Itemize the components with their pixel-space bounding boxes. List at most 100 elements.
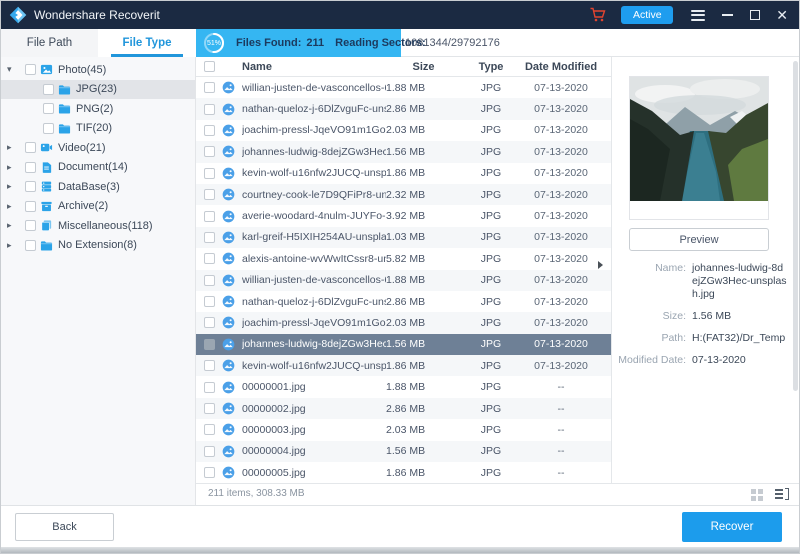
tree-checkbox[interactable] xyxy=(25,240,36,251)
cell-type: JPG xyxy=(461,124,521,136)
table-row[interactable]: joachim-pressl-JqeVO91m1Go-unspl... 2.03… xyxy=(196,312,611,333)
cell-date-modified: 07-13-2020 xyxy=(521,146,601,158)
sidebar-tree-item[interactable]: ▸ Archive(2) xyxy=(1,197,195,217)
row-checkbox[interactable] xyxy=(204,360,215,371)
tab-file-path[interactable]: File Path xyxy=(1,29,98,57)
cell-date-modified: -- xyxy=(521,467,601,479)
scan-progress-strip: 51% Files Found:211 Reading Sectors: xyxy=(196,29,401,57)
recover-button[interactable]: Recover xyxy=(682,512,782,542)
action-bar: Back Recover xyxy=(1,505,799,549)
table-row[interactable]: kevin-wolf-u16nfw2JUCQ-unsplash.jpg 1.86… xyxy=(196,355,611,376)
table-row[interactable]: 00000003.jpg 2.03 MB JPG -- xyxy=(196,419,611,440)
cell-name: kevin-wolf-u16nfw2JUCQ-unsplash.jpg xyxy=(242,360,386,372)
tree-checkbox[interactable] xyxy=(25,181,36,192)
expand-arrow-icon[interactable]: ▸ xyxy=(7,220,25,231)
active-badge[interactable]: Active xyxy=(621,6,673,24)
tree-checkbox[interactable] xyxy=(25,64,36,75)
table-row[interactable]: willian-justen-de-vasconcellos-65Ga... 1… xyxy=(196,77,611,98)
table-row[interactable]: courtney-cook-le7D9QFiPr8-unsplas... 2.3… xyxy=(196,184,611,205)
expand-arrow-icon[interactable]: ▸ xyxy=(7,240,25,251)
sidebar-tree-item[interactable]: JPG(23) xyxy=(1,80,195,100)
column-size[interactable]: Size xyxy=(386,61,461,73)
row-checkbox[interactable] xyxy=(204,424,215,435)
sidebar-tree-item[interactable]: ▸ Miscellaneous(118) xyxy=(1,216,195,236)
sidebar-tree-item[interactable]: TIF(20) xyxy=(1,119,195,139)
row-checkbox[interactable] xyxy=(204,382,215,393)
tree-checkbox[interactable] xyxy=(25,162,36,173)
tree-checkbox[interactable] xyxy=(43,123,54,134)
minimize-icon[interactable] xyxy=(722,14,733,16)
file-jpg-icon xyxy=(222,167,235,180)
row-checkbox[interactable] xyxy=(204,168,215,179)
file-jpg-icon xyxy=(222,252,235,265)
table-row[interactable]: karl-greif-H5IXIH254AU-unsplash.jpg 1.03… xyxy=(196,227,611,248)
row-checkbox[interactable] xyxy=(204,104,215,115)
expand-arrow-icon[interactable]: ▸ xyxy=(7,162,25,173)
row-checkbox[interactable] xyxy=(204,189,215,200)
table-row[interactable]: kevin-wolf-u16nfw2JUCQ-unsplash.jpg 1.86… xyxy=(196,163,611,184)
table-row[interactable]: willian-justen-de-vasconcellos-65Ga... 1… xyxy=(196,270,611,291)
row-checkbox[interactable] xyxy=(204,339,215,350)
panel-collapse-arrow-icon[interactable] xyxy=(598,261,603,269)
sidebar-tree-item[interactable]: ▸ DataBase(3) xyxy=(1,177,195,197)
tree-checkbox[interactable] xyxy=(25,201,36,212)
row-checkbox[interactable] xyxy=(204,467,215,478)
table-row[interactable]: nathan-queloz-j-6DlZvguFc-unsplash... 2.… xyxy=(196,98,611,119)
expand-arrow-icon[interactable]: ▸ xyxy=(7,142,25,153)
preview-button[interactable]: Preview xyxy=(629,228,769,251)
table-row[interactable]: alexis-antoine-wvWwItCssr8-unsplas... 5.… xyxy=(196,248,611,269)
preview-thumbnail[interactable] xyxy=(629,76,769,220)
tab-file-type[interactable]: File Type xyxy=(98,29,196,57)
row-checkbox[interactable] xyxy=(204,253,215,264)
table-row[interactable]: 00000004.jpg 1.56 MB JPG -- xyxy=(196,441,611,462)
tree-checkbox[interactable] xyxy=(25,142,36,153)
row-checkbox[interactable] xyxy=(204,125,215,136)
expand-arrow-icon[interactable]: ▸ xyxy=(7,181,25,192)
list-view-icon[interactable] xyxy=(775,488,789,501)
cart-icon[interactable] xyxy=(589,6,607,24)
folder-icon xyxy=(58,83,71,96)
table-row[interactable]: 00000002.jpg 2.86 MB JPG -- xyxy=(196,398,611,419)
tree-checkbox[interactable] xyxy=(25,220,36,231)
detail-label: Modified Date: xyxy=(612,354,686,367)
column-date-modified[interactable]: Date Modified xyxy=(521,61,601,73)
expand-arrow-icon[interactable]: ▾ xyxy=(7,64,25,75)
row-checkbox[interactable] xyxy=(204,232,215,243)
table-row[interactable]: joachim-pressl-JqeVO91m1Go-unspl... 2.03… xyxy=(196,120,611,141)
sidebar-tree-item[interactable]: ▸ Document(14) xyxy=(1,158,195,178)
back-button[interactable]: Back xyxy=(15,513,114,541)
grid-view-icon[interactable] xyxy=(751,489,763,501)
preview-scrollbar[interactable] xyxy=(793,61,798,391)
select-all-checkbox[interactable] xyxy=(204,61,215,72)
column-name[interactable]: Name xyxy=(242,61,386,73)
close-icon[interactable]: ✕ xyxy=(776,8,788,22)
table-row[interactable]: averie-woodard-4nulm-JUYFo-unspla... 3.9… xyxy=(196,205,611,226)
sidebar-tree-item[interactable]: ▾ Photo(45) xyxy=(1,60,195,80)
sidebar-tree-item[interactable]: PNG(2) xyxy=(1,99,195,119)
sidebar-tree-item[interactable]: ▸ Video(21) xyxy=(1,138,195,158)
cell-type: JPG xyxy=(461,424,521,436)
sidebar-tree-item[interactable]: ▸ No Extension(8) xyxy=(1,236,195,256)
table-row[interactable]: johannes-ludwig-8dejZGw3Hec-unsp... 1.56… xyxy=(196,334,611,355)
table-row[interactable]: 00000005.jpg 1.86 MB JPG -- xyxy=(196,462,611,483)
maximize-icon[interactable] xyxy=(750,10,760,20)
table-row[interactable]: johannes-ludwig-8dejZGw3Hec-unsp... 1.56… xyxy=(196,141,611,162)
row-checkbox[interactable] xyxy=(204,317,215,328)
tree-item-label: Miscellaneous(118) xyxy=(58,220,153,232)
tree-checkbox[interactable] xyxy=(43,103,54,114)
row-checkbox[interactable] xyxy=(204,296,215,307)
tree-checkbox[interactable] xyxy=(43,84,54,95)
file-jpg-icon xyxy=(222,316,235,329)
menu-icon[interactable] xyxy=(691,10,705,21)
table-row[interactable]: 00000001.jpg 1.88 MB JPG -- xyxy=(196,376,611,397)
row-checkbox[interactable] xyxy=(204,146,215,157)
row-checkbox[interactable] xyxy=(204,446,215,457)
row-checkbox[interactable] xyxy=(204,211,215,222)
file-jpg-icon xyxy=(222,466,235,479)
expand-arrow-icon[interactable]: ▸ xyxy=(7,201,25,212)
row-checkbox[interactable] xyxy=(204,403,215,414)
row-checkbox[interactable] xyxy=(204,275,215,286)
column-type[interactable]: Type xyxy=(461,61,521,73)
table-row[interactable]: nathan-queloz-j-6DlZvguFc-unsplash... 2.… xyxy=(196,291,611,312)
row-checkbox[interactable] xyxy=(204,82,215,93)
